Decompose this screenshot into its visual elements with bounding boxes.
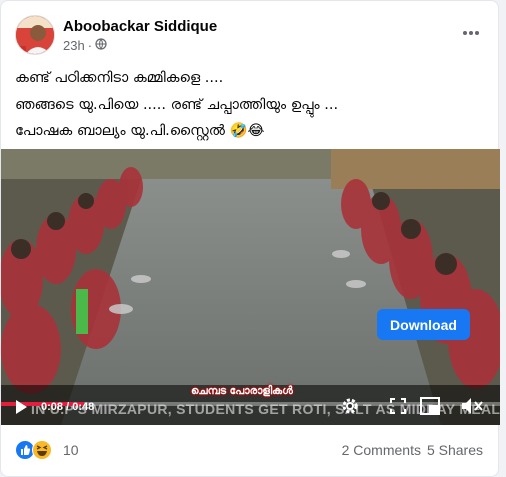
expand-icon[interactable] bbox=[389, 397, 407, 420]
author-avatar[interactable] bbox=[15, 15, 55, 55]
reactions[interactable] bbox=[15, 440, 52, 465]
post-text: കണ്ട് പഠിക്കനിടാ കമ്മികളെ .... ഞങ്ങടെ യു… bbox=[15, 65, 485, 145]
post-header: Aboobackar Siddique 23h · bbox=[15, 13, 485, 57]
video-frame bbox=[1, 149, 500, 425]
video-controls: 0:08 / 0:48 bbox=[1, 389, 500, 425]
post-time[interactable]: 23h bbox=[63, 38, 85, 53]
post-card: Aboobackar Siddique 23h · കണ്ട് പഠിക്കനി… bbox=[0, 0, 500, 477]
video-time: 0:08 / 0:48 bbox=[41, 401, 95, 413]
post-text-line: പോഷക ബാല്യം യു.പി.സ്റ്റൈൽ 🤣😂 bbox=[15, 123, 265, 139]
picture-in-picture-icon[interactable] bbox=[420, 397, 440, 420]
post-footer: 10 2 Comments 5 Shares bbox=[15, 437, 485, 463]
post-meta: 23h · bbox=[63, 38, 107, 53]
comments-count[interactable]: 2 Comments bbox=[342, 442, 421, 458]
settings-icon[interactable] bbox=[340, 396, 360, 421]
reaction-count[interactable]: 10 bbox=[63, 442, 79, 458]
mute-icon[interactable] bbox=[461, 397, 483, 420]
video-player[interactable]: Download bbox=[1, 149, 500, 425]
haha-reaction-icon bbox=[32, 440, 52, 465]
shares-count[interactable]: 5 Shares bbox=[427, 442, 483, 458]
post-text-line: കണ്ട് പഠിക്കനിടാ കമ്മികളെ .... bbox=[15, 70, 224, 86]
author-name[interactable]: Aboobackar Siddique bbox=[63, 18, 217, 35]
post-stats: 2 Comments 5 Shares bbox=[342, 442, 483, 458]
more-options-icon[interactable] bbox=[461, 23, 481, 43]
post-text-line: ഞങ്ങടെ യു.പിയെ ..... രണ്ട് ചപ്പാത്തിയും … bbox=[15, 96, 339, 113]
globe-icon bbox=[95, 38, 107, 53]
play-icon[interactable] bbox=[13, 399, 29, 420]
download-button[interactable]: Download bbox=[377, 309, 470, 340]
